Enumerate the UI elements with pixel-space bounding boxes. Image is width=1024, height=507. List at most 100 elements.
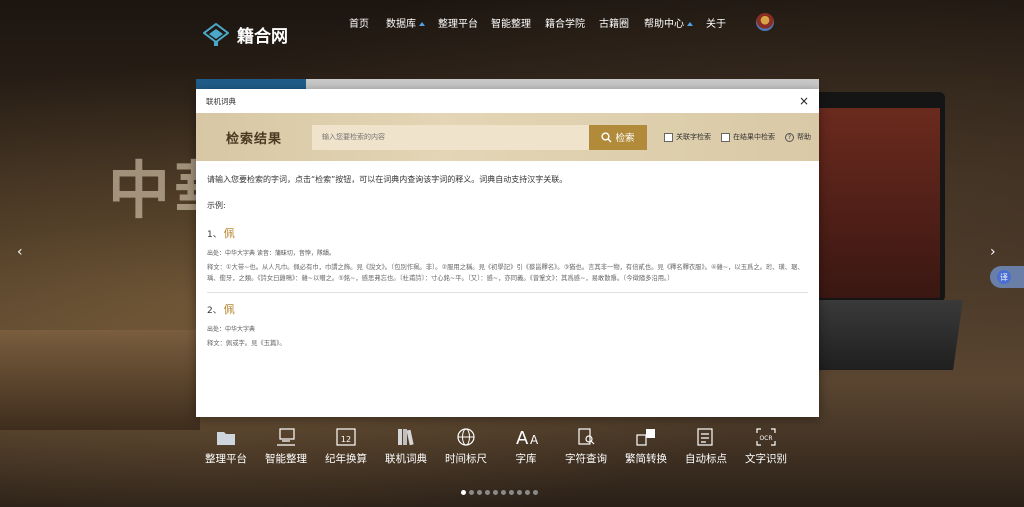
help-icon: ? xyxy=(785,132,794,142)
tool-label: 自动标点 xyxy=(685,453,727,465)
folder-icon xyxy=(215,427,237,447)
caret-up-icon xyxy=(419,22,425,26)
carousel-dot[interactable] xyxy=(525,490,530,495)
nav-item-label: 关于 xyxy=(706,19,726,30)
entry-character[interactable]: 佩 xyxy=(224,303,235,316)
nav-item-database[interactable]: 数据库 xyxy=(386,15,425,30)
modal-title: 联机词典 xyxy=(206,96,236,106)
font-icon: AA xyxy=(515,427,539,449)
search-button[interactable]: 检索 xyxy=(589,124,647,150)
carousel-dot[interactable] xyxy=(485,490,490,495)
tool-label: 智能整理 xyxy=(265,453,307,465)
nav-item-label: 智能整理 xyxy=(491,19,531,30)
carousel-dot[interactable] xyxy=(501,490,506,495)
tool-char-search[interactable]: 字符查询 xyxy=(556,427,616,466)
nav-item-label: 首页 xyxy=(349,19,369,30)
globe-icon xyxy=(455,427,477,447)
translate-icon: 译 xyxy=(997,270,1011,284)
related-search-option[interactable]: 关联字检索 xyxy=(664,132,711,142)
help-link[interactable]: ? 帮助 xyxy=(785,132,811,142)
entry-character[interactable]: 佩 xyxy=(224,227,235,240)
tool-label: 繁简转换 xyxy=(625,453,667,465)
search-band-title: 检索结果 xyxy=(225,131,282,147)
hero-laptop-base xyxy=(803,300,963,370)
tool-punctuation[interactable]: 自动标点 xyxy=(676,427,736,466)
ocr-icon: OCR xyxy=(755,427,777,447)
carousel-dot[interactable] xyxy=(493,490,498,495)
tools-toolbar: 整理平台 智能整理 12 纪年换算 联机词典 时间标尺 AA 字库 字符查询 繁… xyxy=(0,427,1024,471)
modal-tab-active xyxy=(196,79,306,89)
divider xyxy=(207,292,808,293)
help-label: 帮助 xyxy=(797,133,811,141)
tool-timeline[interactable]: 时间标尺 xyxy=(436,427,496,466)
nav-item-label: 整理平台 xyxy=(438,19,478,30)
tool-label: 字库 xyxy=(515,453,537,465)
search-options: 关联字检索 在结果中检索 ? 帮助 xyxy=(664,132,811,142)
entry-heading: 1、佩 xyxy=(207,225,808,241)
nav-item-label: 古籍圈 xyxy=(599,19,629,30)
tool-label: 字符查询 xyxy=(565,453,607,465)
nav-item-circle[interactable]: 古籍圈 xyxy=(599,15,629,30)
in-results-checkbox[interactable] xyxy=(721,132,730,142)
tool-label: 时间标尺 xyxy=(445,453,487,465)
entry-heading: 2、佩 xyxy=(207,301,808,317)
search-band: 检索结果 检索 关联字检索 在结果中检索 ? 帮助 xyxy=(196,113,819,161)
nav-item-home[interactable]: 首页 xyxy=(349,15,369,30)
nav-item-smart[interactable]: 智能整理 xyxy=(491,15,531,30)
list-item: 1、佩 出处：中华大字典 读音：蒲昧切，音悖，隊韻。 释文：①大带~也。从人凡巾… xyxy=(207,225,808,293)
carousel-dot[interactable] xyxy=(461,490,466,495)
nav-item-help[interactable]: 帮助中心 xyxy=(644,15,693,30)
top-nav: 首页 数据库 整理平台 智能整理 籍合学院 古籍圈 帮助中心 关于 xyxy=(0,15,1024,30)
smart-arrange-icon xyxy=(275,427,297,447)
nav-item-platform[interactable]: 整理平台 xyxy=(438,15,478,30)
entry-source: 出处：中华大字典 读音：蒲昧切，音悖，隊韻。 xyxy=(207,250,335,257)
modal-content: 请输入您要检索的字词，点击“检索”按钮，可以在词典内查询该字词的释义。词典自动支… xyxy=(196,161,819,363)
carousel-next-icon[interactable]: › xyxy=(990,244,996,260)
related-search-checkbox[interactable] xyxy=(664,132,673,142)
tool-dictionary[interactable]: 联机词典 xyxy=(376,427,436,466)
entry-source: 出处：中华大字典 xyxy=(207,326,256,333)
carousel-dot[interactable] xyxy=(517,490,522,495)
nav-item-academy[interactable]: 籍合学院 xyxy=(545,15,585,30)
entry-number: 1、 xyxy=(207,230,222,240)
hero-book-image xyxy=(0,330,200,430)
tool-convert[interactable]: 繁简转换 xyxy=(616,427,676,466)
svg-text:A: A xyxy=(530,433,539,447)
nav-item-about[interactable]: 关于 xyxy=(706,15,726,30)
carousel-dot[interactable] xyxy=(533,490,538,495)
svg-text:A: A xyxy=(516,428,529,447)
tool-platform[interactable]: 整理平台 xyxy=(196,427,256,466)
intro-text: 请输入您要检索的字词，点击“检索”按钮，可以在词典内查询该字词的释义。词典自动支… xyxy=(207,175,568,184)
carousel-dot[interactable] xyxy=(477,490,482,495)
caret-up-icon xyxy=(687,22,693,26)
tool-smart[interactable]: 智能整理 xyxy=(256,427,316,466)
tool-label: 联机词典 xyxy=(385,453,427,465)
carousel-dot[interactable] xyxy=(469,490,474,495)
tool-ocr[interactable]: OCR 文字识别 xyxy=(736,427,796,466)
modal-header: 联机词典 × xyxy=(196,89,819,113)
translate-float-button[interactable]: 译 xyxy=(990,266,1024,288)
character-search-icon xyxy=(575,427,597,447)
tool-font[interactable]: AA 字库 xyxy=(496,427,556,466)
nav-item-label: 数据库 xyxy=(386,19,416,30)
close-icon[interactable]: × xyxy=(799,94,809,108)
carousel-prev-icon[interactable]: ‹ xyxy=(17,244,23,260)
svg-text:OCR: OCR xyxy=(759,435,772,442)
tool-label: 整理平台 xyxy=(205,453,247,465)
in-results-label: 在结果中检索 xyxy=(733,133,775,141)
example-label: 示例: xyxy=(207,201,226,210)
nav-item-label: 帮助中心 xyxy=(644,19,684,30)
in-results-option[interactable]: 在结果中检索 xyxy=(721,132,775,142)
tool-calendar[interactable]: 12 纪年换算 xyxy=(316,427,376,466)
search-input[interactable] xyxy=(312,124,589,150)
convert-icon xyxy=(635,427,657,447)
related-search-label: 关联字检索 xyxy=(676,133,711,141)
svg-text:12: 12 xyxy=(341,435,351,444)
punctuation-icon xyxy=(695,427,717,447)
tool-label: 文字识别 xyxy=(745,453,787,465)
carousel-dot[interactable] xyxy=(509,490,514,495)
list-item: 2、佩 出处：中华大字典 释文：佩或字。見《玉篇》。 xyxy=(207,301,808,350)
calendar-icon: 12 xyxy=(335,427,357,447)
entry-definition: 释文：佩或字。見《玉篇》。 xyxy=(207,340,286,347)
avatar[interactable] xyxy=(756,13,774,31)
